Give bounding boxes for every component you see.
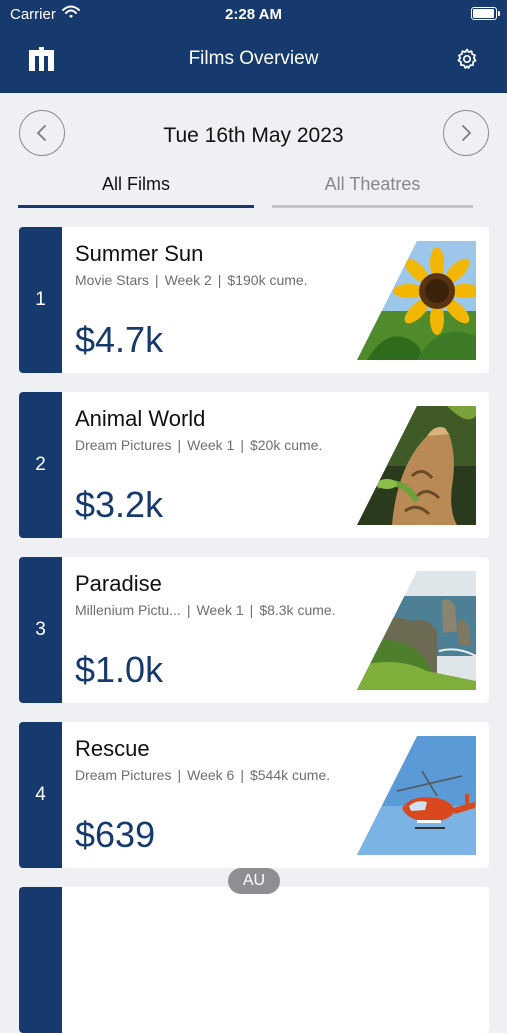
chevron-right-icon — [462, 125, 471, 141]
tab-all-films[interactable]: All Films — [18, 170, 254, 208]
film-title: Rescue — [75, 736, 150, 761]
rank-number: 4 — [19, 722, 62, 868]
status-bar: Carrier 2:28 AM — [0, 0, 507, 28]
rank-number — [19, 887, 62, 1033]
film-meta: Millenium Pictu... | Week 1 | $8.3k cume. — [75, 602, 336, 618]
gear-icon[interactable] — [455, 47, 479, 71]
week: Week 2 — [164, 272, 212, 288]
gross-value: $639 — [75, 814, 156, 855]
distributor: Movie Stars — [75, 272, 149, 288]
film-title: Summer Sun — [75, 241, 204, 266]
gross-value: $4.7k — [75, 319, 164, 360]
date-navigator: Tue 16th May 2023 — [0, 110, 507, 162]
cume: $190k cume. — [227, 272, 308, 288]
coast-poster-image — [357, 571, 476, 690]
film-card[interactable]: 4 Rescue Dream Pictures | Week 6 | $544k cum… — [19, 722, 489, 868]
rank-number: 3 — [19, 557, 62, 703]
current-date: Tue 16th May 2023 — [163, 124, 344, 147]
rank-number: 2 — [19, 392, 62, 538]
tab-indicator — [272, 205, 473, 208]
film-title: Paradise — [75, 571, 162, 596]
cume: $8.3k cume. — [259, 602, 336, 618]
region-badge[interactable]: AU — [228, 868, 280, 894]
distributor: Dream Pictures — [75, 437, 172, 453]
tab-label: All Films — [102, 174, 170, 194]
film-card[interactable]: 2 Animal World Dream Pictures | Week 1 | $20… — [19, 392, 489, 538]
week: Week 6 — [187, 767, 235, 783]
rank-number: 1 — [19, 227, 62, 373]
gross-value: $1.0k — [75, 649, 164, 690]
film-meta: Dream Pictures | Week 6 | $544k cume. — [75, 767, 331, 783]
cume: $20k cume. — [249, 437, 323, 453]
page-title: Films Overview — [188, 48, 319, 69]
distributor: Millenium Pictu... — [75, 602, 181, 618]
distributor: Dream Pictures — [75, 767, 172, 783]
segment-tabs: All Films All Theatres — [18, 170, 473, 210]
clock: 2:28 AM — [225, 6, 282, 23]
sunflower-poster-image — [357, 241, 476, 360]
cume: $544k cume. — [249, 767, 331, 783]
nav-bar: Films Overview — [0, 36, 507, 82]
film-card[interactable]: 1 Summer Sun Movie Stars | Week 2 | $190k cu… — [19, 227, 489, 373]
film-title: Animal World — [75, 406, 206, 431]
week: Week 1 — [187, 437, 235, 453]
battery-icon — [471, 7, 500, 20]
helicopter-poster-image — [357, 736, 476, 855]
tab-label: All Theatres — [324, 174, 421, 194]
film-card[interactable]: 3 Paradise Millenium Pictu... | Week 1 | $8.… — [19, 557, 489, 703]
cat-poster-image — [357, 406, 476, 525]
film-meta: Dream Pictures | Week 1 | $20k cume. — [75, 437, 323, 453]
tab-all-theatres[interactable]: All Theatres — [272, 170, 473, 208]
tab-indicator — [18, 205, 254, 208]
gross-value: $3.2k — [75, 484, 164, 525]
next-day-button[interactable] — [443, 110, 489, 156]
week: Week 1 — [196, 602, 244, 618]
film-card[interactable] — [19, 887, 489, 1033]
film-meta: Movie Stars | Week 2 | $190k cume. — [75, 272, 308, 288]
app-header: Carrier 2:28 AM Films Overview — [0, 0, 507, 93]
